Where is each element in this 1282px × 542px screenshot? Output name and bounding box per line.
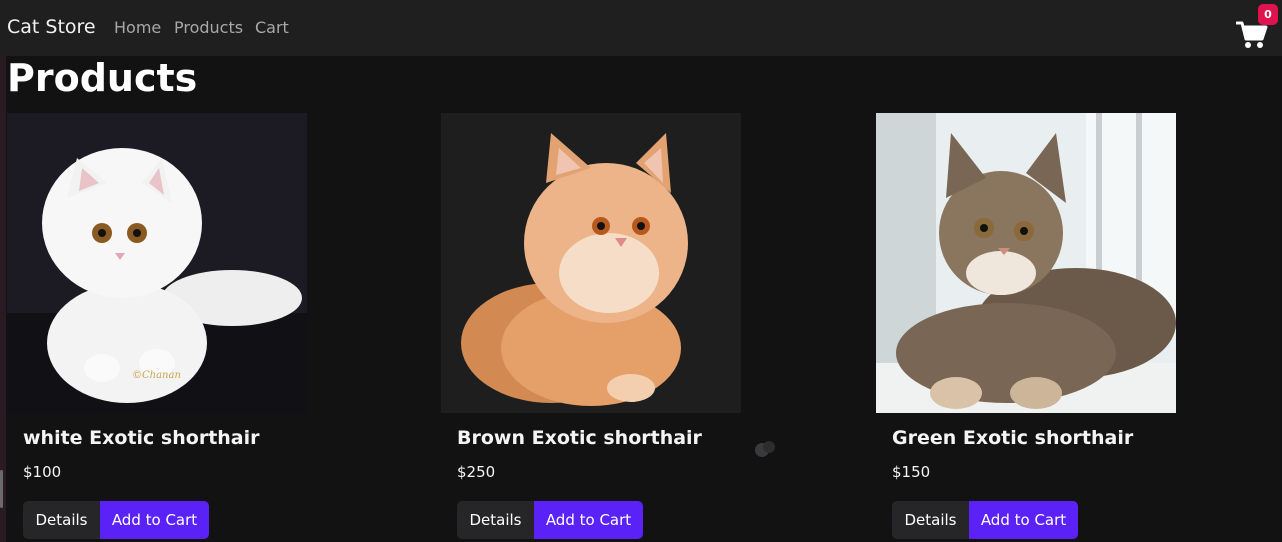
navbar: Cat Store Home Products Cart 0	[0, 0, 1282, 56]
add-to-cart-button[interactable]: Add to Cart	[969, 501, 1078, 539]
page-title: Products	[7, 56, 198, 100]
nav-link-products[interactable]: Products	[174, 18, 243, 37]
product-name: Green Exotic shorthair	[892, 427, 1134, 449]
window-edge	[0, 0, 6, 542]
product-card: Brown Exotic shorthair $250 Details Add …	[441, 113, 741, 542]
product-image-brown-cat[interactable]	[441, 113, 741, 413]
product-price: $100	[23, 463, 62, 481]
nav-link-cart[interactable]: Cart	[255, 18, 289, 37]
product-image-tabby-cat[interactable]	[876, 113, 1176, 413]
product-price: $150	[892, 463, 931, 481]
product-image-white-cat[interactable]: ©Chanan	[7, 113, 307, 413]
details-button[interactable]: Details	[892, 501, 969, 539]
product-card: ©Chanan white Exotic shorthair $100 Deta…	[7, 113, 307, 542]
product-name: white Exotic shorthair	[23, 427, 260, 449]
photo-signature: ©Chanan	[132, 370, 181, 381]
window-resize-handle[interactable]	[0, 470, 3, 508]
details-button[interactable]: Details	[457, 501, 534, 539]
brand-link[interactable]: Cat Store	[7, 16, 96, 38]
add-to-cart-button[interactable]: Add to Cart	[100, 501, 209, 539]
cart-count-badge: 0	[1258, 4, 1278, 25]
add-to-cart-button[interactable]: Add to Cart	[534, 501, 643, 539]
product-card: Green Exotic shorthair $150 Details Add …	[876, 113, 1176, 542]
details-button[interactable]: Details	[23, 501, 100, 539]
loading-spinner-icon	[754, 440, 778, 458]
nav-link-home[interactable]: Home	[114, 18, 161, 37]
product-name: Brown Exotic shorthair	[457, 427, 702, 449]
product-price: $250	[457, 463, 496, 481]
